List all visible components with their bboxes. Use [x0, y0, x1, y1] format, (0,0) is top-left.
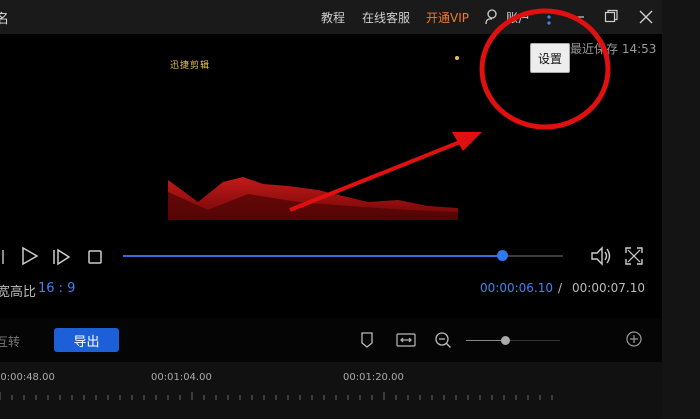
timeline-ruler [0, 392, 553, 400]
annotation-arrow-line [289, 138, 466, 212]
progress-handle[interactable] [497, 250, 508, 261]
volume-icon[interactable] [590, 246, 612, 266]
total-time: 00:00:07.10 [572, 281, 645, 295]
zoom-in-icon[interactable] [625, 330, 643, 348]
export-button[interactable]: 导出 [54, 328, 119, 352]
prev-frame-icon[interactable] [0, 248, 6, 266]
convert-tool-label[interactable]: 互转 [0, 333, 20, 350]
time-separator: / [558, 281, 563, 295]
aspect-ratio-value[interactable]: 16 : 9 [38, 281, 75, 296]
timeline-tick-label: 00:01:04.00 [151, 372, 212, 383]
fit-width-icon[interactable] [396, 332, 416, 348]
timeline-tick-label: 00:01:20.00 [343, 372, 404, 383]
right-panel-edge [662, 0, 700, 419]
marker-icon[interactable] [360, 331, 374, 349]
next-frame-icon[interactable] [52, 248, 72, 266]
progress-bar-played[interactable] [123, 255, 503, 257]
zoom-slider-handle[interactable] [501, 336, 510, 345]
current-time: 00:00:06.10 [480, 281, 553, 295]
play-icon[interactable] [20, 246, 40, 266]
zoom-out-icon[interactable] [434, 331, 452, 349]
progress-bar-remaining[interactable] [503, 255, 563, 257]
annotation-overlay [289, 8, 611, 212]
timeline-tick-label: 00:00:48.00 [0, 372, 55, 383]
stop-icon[interactable] [87, 249, 103, 265]
zoom-slider-track[interactable] [510, 340, 560, 341]
timeline-panel[interactable] [0, 362, 662, 419]
fullscreen-icon[interactable] [625, 247, 643, 265]
annotation-circle [479, 8, 611, 130]
aspect-ratio-label: 宽高比 [0, 285, 37, 300]
